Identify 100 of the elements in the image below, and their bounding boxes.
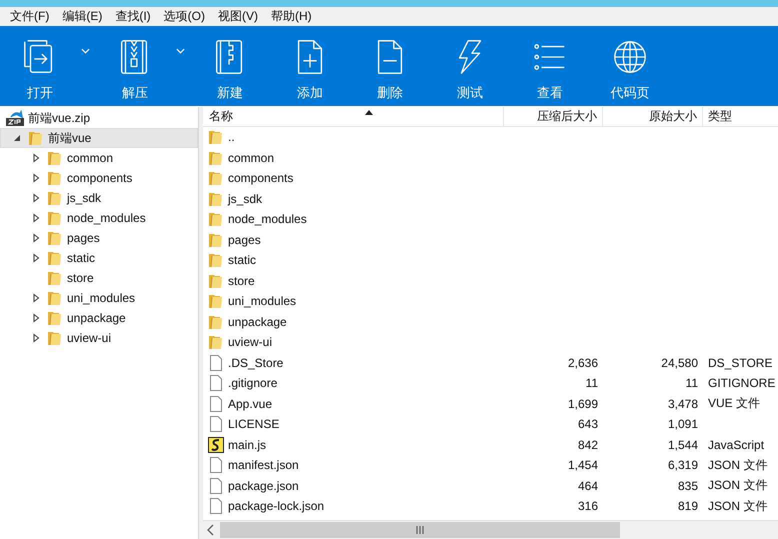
- toolbar-button[interactable]: 代码页: [600, 26, 660, 102]
- file-name[interactable]: uni_modules: [228, 294, 296, 308]
- tree-item[interactable]: static: [0, 248, 198, 268]
- file-icon: [208, 478, 224, 494]
- file-size: 3,478: [668, 396, 698, 411]
- collapsed-triangle-icon[interactable]: [31, 233, 41, 243]
- toolbar-button[interactable]: 查看: [520, 26, 580, 102]
- file-size: 6,319: [668, 458, 698, 472]
- toolbar-button[interactable]: 解压: [105, 26, 165, 102]
- menu-item[interactable]: 编辑(E): [56, 8, 108, 25]
- sort-arrow-icon: [365, 110, 373, 115]
- file-name[interactable]: store: [228, 274, 255, 288]
- file-name[interactable]: .DS_Store: [228, 356, 284, 370]
- file-name[interactable]: ..: [228, 130, 235, 144]
- file-icon: [208, 457, 224, 474]
- file-name[interactable]: manifest.json: [228, 458, 299, 472]
- tree-item[interactable]: node_modules: [0, 208, 198, 228]
- folder-icon: [208, 314, 224, 330]
- file-name[interactable]: package.json: [228, 478, 299, 493]
- file-size: 835: [678, 478, 698, 493]
- collapsed-triangle-icon[interactable]: [31, 213, 41, 223]
- folder-icon: [208, 150, 224, 166]
- toolbar-button[interactable]: 添加: [280, 26, 340, 102]
- column-header[interactable]: 名称: [203, 107, 504, 126]
- zip-archive-icon: [6, 110, 24, 126]
- tree-item[interactable]: uview-ui: [0, 328, 198, 348]
- tree-item[interactable]: common: [0, 148, 198, 168]
- column-header[interactable]: 压缩后大小: [504, 107, 603, 126]
- toolbar-button[interactable]: 打开: [10, 26, 70, 102]
- folder-icon: [208, 190, 224, 207]
- file-name[interactable]: App.vue: [228, 396, 272, 411]
- toolbar-button[interactable]: 删除: [360, 26, 420, 102]
- menu-item[interactable]: 查找(I): [109, 8, 157, 25]
- collapsed-triangle-icon[interactable]: [31, 153, 41, 163]
- expanded-triangle-icon[interactable]: [12, 133, 22, 143]
- tree-item[interactable]: 前端vue.zip: [0, 108, 198, 128]
- file-name[interactable]: node_modules: [228, 212, 307, 226]
- scrollbar-thumb[interactable]: [220, 522, 620, 538]
- folder-icon: [208, 334, 224, 350]
- file-name[interactable]: LICENSE: [228, 417, 280, 432]
- file-size: 842: [578, 438, 598, 452]
- file-name[interactable]: components: [228, 171, 294, 186]
- toolbar-button[interactable]: 新建: [200, 26, 260, 102]
- folder-icon: [208, 211, 224, 228]
- menu-item[interactable]: 文件(F): [4, 8, 56, 25]
- file-size: 464: [578, 478, 598, 493]
- file-type: JSON 文件: [708, 477, 768, 494]
- globe-icon: [611, 38, 649, 76]
- file-size: 819: [678, 499, 698, 514]
- column-header[interactable]: 原始大小: [603, 107, 703, 126]
- collapsed-triangle-icon[interactable]: [31, 253, 41, 263]
- file-size: 2,636: [568, 356, 598, 370]
- file-size: 1,454: [568, 458, 598, 472]
- file-name[interactable]: common: [228, 150, 274, 165]
- file-type: JSON 文件: [708, 498, 768, 515]
- file-size: 24,580: [661, 356, 698, 370]
- folder-icon: [47, 230, 63, 246]
- file-name[interactable]: uview-ui: [228, 335, 272, 350]
- folder-icon: [208, 252, 224, 268]
- tree-item[interactable]: uni_modules: [0, 288, 198, 308]
- file-name[interactable]: js_sdk: [228, 192, 262, 206]
- column-header[interactable]: 类型: [703, 107, 778, 126]
- file-name[interactable]: .gitignore: [228, 376, 278, 390]
- tree-item[interactable]: store: [0, 268, 198, 288]
- file-icon: [208, 354, 224, 371]
- file-name[interactable]: pages: [228, 232, 261, 247]
- tree-item[interactable]: pages: [0, 228, 198, 248]
- tree-item[interactable]: 前端vue: [0, 128, 198, 148]
- tree-item[interactable]: js_sdk: [0, 188, 198, 208]
- menu-item[interactable]: 选项(O): [158, 8, 211, 25]
- collapsed-triangle-icon[interactable]: [31, 173, 41, 183]
- toolbar-button[interactable]: 测试: [440, 26, 500, 102]
- file-icon: [208, 396, 224, 412]
- grip-icon: [415, 525, 425, 535]
- file-name[interactable]: package-lock.json: [228, 499, 324, 514]
- folder-icon: [47, 250, 63, 266]
- file-size: 1,544: [668, 438, 698, 452]
- file-name[interactable]: static: [228, 253, 256, 268]
- file-name[interactable]: unpackage: [228, 314, 287, 329]
- file-size: 643: [578, 417, 598, 432]
- menu-item[interactable]: 视图(V): [212, 8, 264, 25]
- folder-icon: [208, 232, 224, 248]
- folder-icon: [208, 129, 224, 146]
- file-type: GITIGNORE: [708, 376, 776, 390]
- file-type: JavaScript: [708, 438, 764, 452]
- horizontal-scrollbar[interactable]: [203, 520, 778, 539]
- collapsed-triangle-icon[interactable]: [31, 333, 41, 343]
- file-size: 316: [578, 499, 598, 514]
- caret-icon: [80, 48, 90, 54]
- collapsed-triangle-icon[interactable]: [31, 193, 41, 203]
- folder-icon: [208, 272, 224, 289]
- folder-icon: [47, 310, 63, 326]
- file-name[interactable]: main.js: [228, 438, 266, 452]
- tree-item[interactable]: components: [0, 168, 198, 188]
- menu-item[interactable]: 帮助(H): [264, 8, 318, 25]
- collapsed-triangle-icon[interactable]: [31, 313, 41, 323]
- caret-icon: [176, 48, 184, 54]
- folder-icon: [47, 270, 63, 286]
- collapsed-triangle-icon[interactable]: [31, 293, 41, 303]
- tree-item[interactable]: unpackage: [0, 308, 198, 328]
